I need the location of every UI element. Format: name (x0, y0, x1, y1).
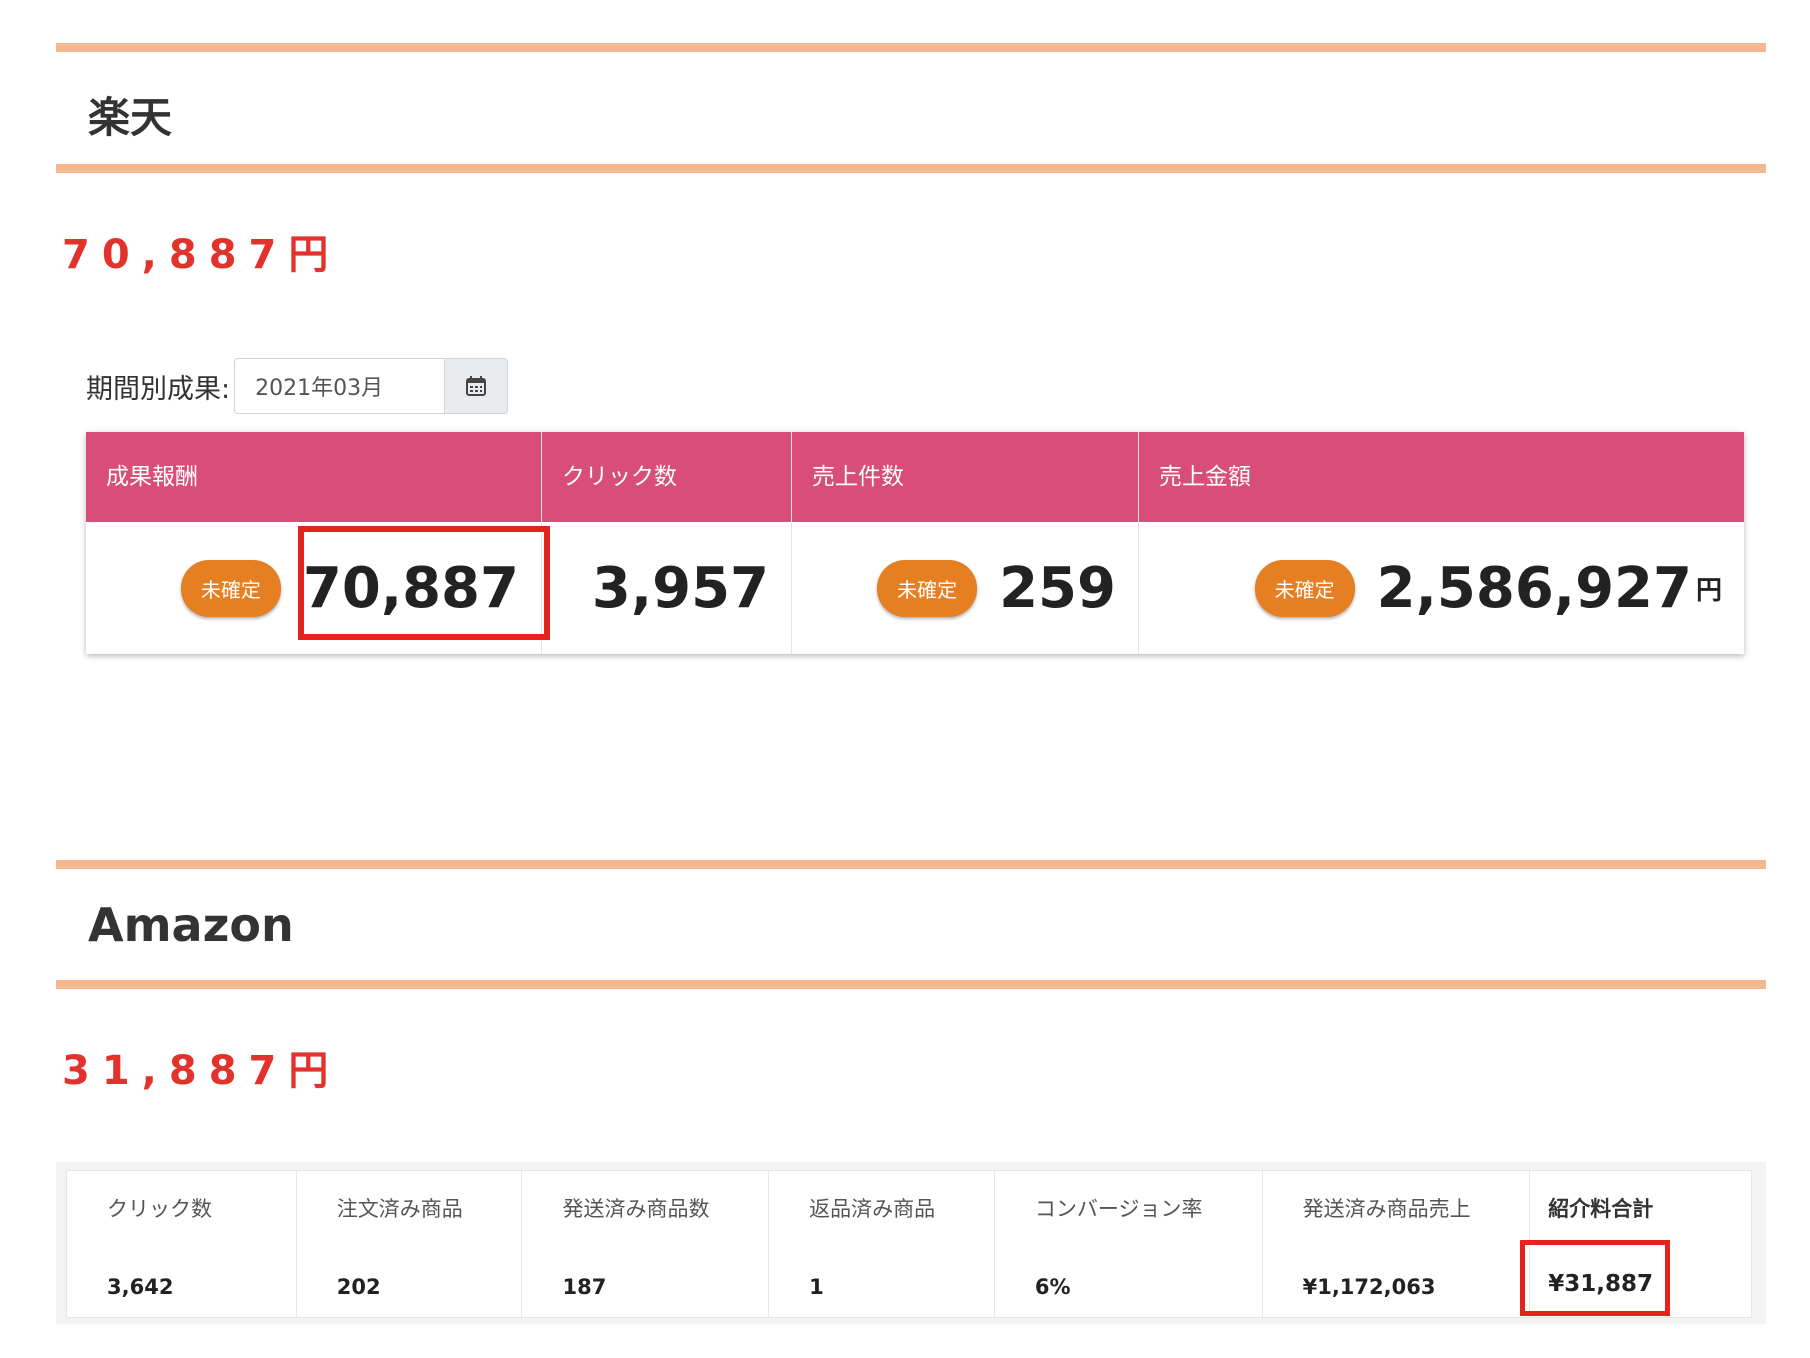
rakuten-section-title: 楽天 (88, 93, 173, 142)
az-label: 紹介料合計 (1548, 1197, 1654, 1221)
period-selector: 期間別成果: (86, 358, 509, 414)
highlight-box-referral-total (1520, 1240, 1670, 1316)
az-value: ¥1,172,063 (1302, 1275, 1436, 1299)
section-divider-top (56, 860, 1766, 869)
az-col-ordered: 注文済み商品 202 (297, 1171, 523, 1317)
az-label: 発送済み商品数 (562, 1197, 710, 1221)
az-label: クリック数 (107, 1197, 212, 1221)
az-value: 6% (1034, 1275, 1071, 1299)
az-col-conversion: コンバージョン率 6% (995, 1171, 1263, 1317)
az-value: 187 (562, 1275, 607, 1299)
amazon-summary-table: クリック数 3,642 注文済み商品 202 発送済み商品数 187 返品済み商… (66, 1170, 1752, 1318)
clicks-value: 3,957 (591, 555, 769, 621)
section-divider-bottom (56, 164, 1766, 173)
col-commission-header: 成果報酬 (106, 464, 198, 490)
sales-count-value: 259 (999, 555, 1116, 621)
sales-amount-value: 2,586,927 (1376, 555, 1692, 621)
az-label: 注文済み商品 (336, 1197, 463, 1221)
rakuten-amount: 70,887円 (62, 232, 341, 278)
calendar-button[interactable] (444, 358, 509, 414)
az-value: 202 (336, 1275, 381, 1299)
az-col-returned: 返品済み商品 1 (769, 1171, 995, 1317)
highlight-box-commission (298, 526, 550, 640)
unconfirmed-badge: 未確定 (877, 559, 978, 617)
az-col-shipped: 発送済み商品数 187 (522, 1171, 770, 1317)
section-divider-bottom (56, 980, 1766, 989)
amazon-amount: 31,887円 (62, 1048, 341, 1094)
col-sales-amount: 売上金額 未確定 2,586,927 円 (1139, 432, 1744, 654)
az-label: 発送済み商品売上 (1302, 1197, 1471, 1221)
unconfirmed-badge: 未確定 (180, 559, 281, 617)
az-col-clicks: クリック数 3,642 (67, 1171, 297, 1317)
col-sales-count: 売上件数 未確定 259 (792, 432, 1139, 654)
amazon-section-title: Amazon (88, 898, 294, 952)
section-divider-top (56, 43, 1766, 52)
az-label: 返品済み商品 (809, 1197, 936, 1221)
az-value: 1 (809, 1275, 824, 1299)
az-col-shipped-revenue: 発送済み商品売上 ¥1,172,063 (1263, 1171, 1531, 1317)
yen-unit: 円 (1695, 575, 1722, 606)
period-date-input[interactable] (234, 358, 445, 414)
col-sales-count-header: 売上件数 (812, 464, 904, 490)
unconfirmed-badge: 未確定 (1254, 559, 1355, 617)
az-value: 3,642 (107, 1275, 174, 1299)
az-label: コンバージョン率 (1034, 1197, 1203, 1221)
calendar-icon (466, 376, 487, 396)
col-clicks-header: クリック数 (562, 464, 677, 490)
col-clicks: クリック数 3,957 (542, 432, 792, 654)
col-sales-amount-header: 売上金額 (1159, 464, 1251, 490)
amazon-report-panel: クリック数 3,642 注文済み商品 202 発送済み商品数 187 返品済み商… (56, 1162, 1766, 1324)
period-label: 期間別成果: (86, 373, 231, 405)
